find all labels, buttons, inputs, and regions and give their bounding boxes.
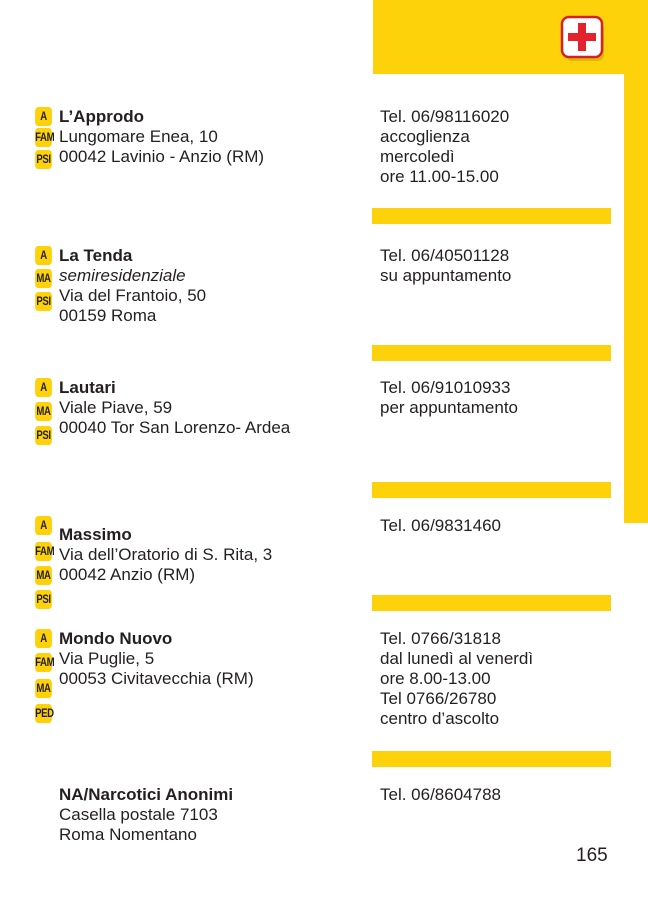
contact-block: Tel. 06/40501128 su appuntamento (380, 246, 511, 286)
contact-line: su appuntamento (380, 266, 512, 285)
contact-line: Tel. 06/8604788 (380, 785, 501, 804)
separator (372, 595, 611, 611)
separator (372, 482, 611, 498)
category-badge: PSI (35, 590, 52, 609)
entry-name: Mondo Nuovo (59, 629, 173, 648)
category-badge: MA (35, 679, 52, 698)
category-badge: PSI (35, 292, 52, 311)
address-block: Lautari Viale Piave, 59 00040 Tor San Lore… (59, 378, 290, 438)
separator (372, 345, 611, 361)
contact-line: Tel. 06/91010933 (380, 378, 511, 397)
contact-line: Tel. 0766/31818 (380, 629, 501, 648)
contact-block: Tel. 0766/31818 dal lunedì al venerdì ore … (380, 629, 533, 729)
header-band (373, 0, 648, 74)
address-line: 00159 Roma (59, 306, 157, 325)
separator (372, 208, 611, 224)
contact-line: ore 11.00-15.00 (380, 167, 499, 186)
category-badge: MA (35, 402, 52, 421)
entry-name: L’Approdo (59, 107, 144, 126)
address-line: Via dell’Oratorio di S. Rita, 3 (59, 545, 273, 564)
page-number: 165 (576, 845, 608, 866)
category-badge: PED (35, 704, 54, 723)
contact-block: Tel. 06/9831460 (380, 516, 501, 536)
category-badge: A (35, 246, 52, 265)
category-badge: FAM (35, 653, 55, 672)
contact-line: per appuntamento (380, 398, 518, 417)
category-badge: FAM (35, 542, 55, 561)
contact-line: centro d’ascolto (380, 709, 500, 728)
contact-line: mercoledì (380, 147, 455, 166)
address-line: 00042 Anzio (RM) (59, 565, 196, 584)
address-line: Via del Frantoio, 50 (59, 286, 207, 305)
address-block: L’Approdo Lungomare Enea, 10 00042 Lavinio… (59, 107, 264, 167)
address-block: Mondo Nuovo Via Puglie, 5 00053 Civitavecc… (59, 629, 254, 689)
address-line: 00053 Civitavecchia (RM) (59, 669, 254, 688)
contact-line: Tel 0766/26780 (380, 689, 497, 708)
category-badge: A (35, 107, 52, 126)
address-line: Lungomare Enea, 10 (59, 127, 218, 146)
contact-line: Tel. 06/9831460 (380, 516, 501, 535)
category-badge: A (35, 629, 52, 648)
category-badge: A (35, 378, 52, 397)
category-badge: PSI (35, 150, 52, 169)
contact-block: Tel. 06/8604788 (380, 785, 501, 805)
contact-block: Tel. 06/98116020 accoglienza mercoledì ore … (380, 107, 509, 187)
address-line: 00040 Tor San Lorenzo- Ardea (59, 418, 291, 437)
category-badge: A (35, 516, 52, 535)
category-badge: PSI (35, 426, 52, 445)
contact-line: Tel. 06/40501128 (380, 246, 510, 265)
address-line: 00042 Lavinio - Anzio (RM) (59, 147, 265, 166)
address-block: NA/Narcotici Anonimi Casella postale 7103… (59, 785, 233, 845)
address-block: Massimo Via dell’Oratorio di S. Rita, 3 00… (59, 525, 272, 585)
category-badge: FAM (35, 128, 55, 147)
entry-subtitle: semiresidenziale (59, 266, 186, 285)
entry-name: La Tenda (59, 246, 133, 265)
category-badge: MA (35, 566, 52, 585)
contact-line: Tel. 06/98116020 (380, 107, 510, 126)
address-line: Roma Nomentano (59, 825, 197, 844)
separator (372, 751, 611, 767)
contact-line: dal lunedì al venerdì (380, 649, 534, 668)
entry-name: Massimo (59, 525, 132, 544)
contact-line: ore 8.00-13.00 (380, 669, 491, 688)
entry-name: Lautari (59, 378, 116, 397)
page: A FAM PSI L’Approdo Lungomare Enea, 10 00042 … (0, 0, 648, 904)
address-block: La Tenda semiresidenziale Via del Frantoio… (59, 246, 206, 326)
contact-block: Tel. 06/91010933 per appuntamento (380, 378, 518, 418)
first-aid-icon (560, 15, 604, 61)
category-badge: MA (35, 269, 52, 288)
address-line: Casella postale 7103 (59, 805, 218, 824)
address-line: Viale Piave, 59 (59, 398, 173, 417)
contact-line: accoglienza (380, 127, 470, 146)
side-tab (624, 74, 648, 523)
address-line: Via Puglie, 5 (59, 649, 155, 668)
entry-name: NA/Narcotici Anonimi (59, 785, 234, 804)
